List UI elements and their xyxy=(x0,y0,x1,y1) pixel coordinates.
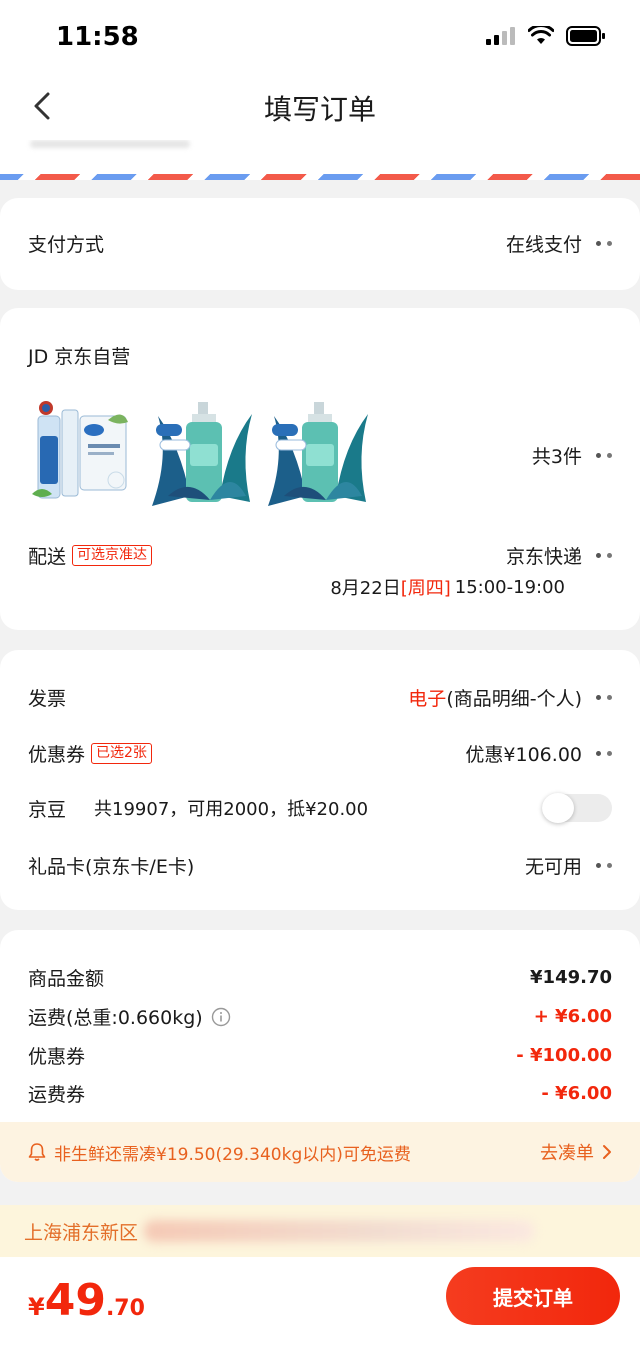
coupon-discount-row: 优惠券 - ¥100.00 xyxy=(28,1042,612,1069)
coupon-tag: 已选2张 xyxy=(91,743,152,764)
beans-desc: 共19907，可用2000，抵¥20.00 xyxy=(94,799,369,820)
invoice-type: 电子 xyxy=(408,688,447,710)
free-shipping-tip: 非生鲜还需凑¥19.50(29.340kg以内)可免运费 去凑单 xyxy=(0,1122,640,1182)
add-items-link[interactable]: 去凑单 xyxy=(540,1139,612,1165)
delivery-date: 8月22日 xyxy=(330,578,401,599)
delivery-time-row: 8月22日 [周四] 15:00-19:00 xyxy=(28,574,565,600)
address-blurred-text xyxy=(30,140,190,148)
page-title: 填写订单 xyxy=(263,93,376,126)
shipping-label: 运费(总重:0.660kg) xyxy=(28,1007,203,1029)
coupon-discount-value: - ¥100.00 xyxy=(516,1045,612,1066)
tip-text: 非生鲜还需凑¥19.50(29.340kg以内)可免运费 xyxy=(54,1144,411,1165)
beans-toggle[interactable] xyxy=(542,793,612,823)
product-image-shampoo-2[interactable] xyxy=(266,396,370,508)
beans-row: 京豆 共19907，可用2000，抵¥20.00 xyxy=(28,793,612,823)
status-icons xyxy=(486,26,606,46)
address-banner[interactable]: 上海浦东新区 xyxy=(0,1205,640,1257)
wifi-icon xyxy=(528,26,554,44)
beans-label: 京豆 xyxy=(28,798,67,821)
shipping-coupon-row: 运费券 - ¥6.00 xyxy=(28,1080,612,1107)
shampoo-bottle-icon xyxy=(266,396,370,508)
battery-icon xyxy=(566,26,605,46)
info-icon[interactable] xyxy=(211,1007,231,1027)
coupon-discount-label: 优惠券 xyxy=(28,1046,86,1068)
more-dots-icon[interactable] xyxy=(596,241,612,246)
more-dots-icon[interactable] xyxy=(596,751,612,756)
payment-card[interactable]: 支付方式 在线支付 xyxy=(0,198,640,290)
bell-icon xyxy=(28,1143,46,1161)
status-bar: 11:58 xyxy=(0,0,640,70)
shipping-row: 运费(总重:0.660kg) + ¥6.00 xyxy=(28,1003,612,1030)
toggle-knob xyxy=(542,793,574,823)
airmail-border xyxy=(0,174,640,180)
coupon-row[interactable]: 优惠券 已选2张 优惠¥106.00 xyxy=(28,740,612,767)
payment-value: 在线支付 xyxy=(505,234,582,256)
price-integer: 49 xyxy=(44,1275,106,1326)
address-blurred-text xyxy=(144,1220,535,1242)
item-count: 共3件 xyxy=(531,446,582,468)
delivery-tag[interactable]: 可选京准达 xyxy=(72,545,153,566)
giftcard-label: 礼品卡(京东卡/E卡) xyxy=(28,856,195,878)
delivery-label: 配送 xyxy=(28,546,67,568)
goods-value: ¥149.70 xyxy=(530,967,612,988)
add-items-label: 去凑单 xyxy=(540,1143,594,1164)
signal-icon xyxy=(486,27,515,45)
shipping-coupon-value: - ¥6.00 xyxy=(541,1083,612,1104)
more-dots-icon[interactable] xyxy=(596,695,612,700)
product-image-shampoo-1[interactable] xyxy=(150,396,254,508)
goods-amount-row: 商品金额 ¥149.70 xyxy=(28,964,612,991)
shipping-value: + ¥6.00 xyxy=(533,1006,612,1027)
shipping-coupon-label: 运费券 xyxy=(28,1084,86,1106)
item-count-row[interactable]: 共3件 xyxy=(420,442,612,469)
store-card: JD 京东自营 共3件 配送 可选京准达 京东快递 8月22日 [周四] 15:… xyxy=(0,308,640,630)
more-dots-icon[interactable] xyxy=(596,453,612,458)
address-card-top[interactable] xyxy=(0,140,640,180)
store-name: JD 京东自营 xyxy=(28,346,131,368)
delivery-value: 京东快递 xyxy=(505,546,582,568)
nav-bar: 填写订单 xyxy=(0,70,640,140)
delivery-time: 15:00-19:00 xyxy=(454,576,565,598)
submit-order-button[interactable]: 提交订单 xyxy=(446,1267,620,1325)
goods-label: 商品金额 xyxy=(28,968,105,990)
checkout-bar: ¥ 49 .70 提交订单 xyxy=(0,1257,640,1357)
coupon-label: 优惠券 xyxy=(28,744,86,766)
giftcard-row[interactable]: 礼品卡(京东卡/E卡) 无可用 xyxy=(28,852,612,879)
delivery-weekday: [周四] xyxy=(400,578,451,599)
product-image-toothpaste[interactable] xyxy=(28,396,132,508)
coupon-value: 优惠¥106.00 xyxy=(465,744,582,766)
more-dots-icon[interactable] xyxy=(596,553,612,558)
address-text: 上海浦东新区 xyxy=(24,1221,139,1244)
chevron-right-icon xyxy=(603,1145,611,1159)
price-decimal: .70 xyxy=(105,1296,145,1321)
shampoo-bottle-icon xyxy=(150,396,254,508)
invoice-detail: (商品明细-个人) xyxy=(446,688,582,710)
invoice-row[interactable]: 发票 电子(商品明细-个人) xyxy=(28,684,612,711)
giftcard-value: 无可用 xyxy=(524,856,582,878)
total-price: ¥ 49 .70 xyxy=(28,1275,145,1326)
status-time: 11:58 xyxy=(56,22,139,52)
invoice-value: 电子(商品明细-个人) xyxy=(408,684,582,711)
toothpaste-icon xyxy=(28,396,132,508)
options-card: 发票 电子(商品明细-个人) 优惠券 已选2张 优惠¥106.00 京豆 共19… xyxy=(0,650,640,910)
payment-label: 支付方式 xyxy=(28,234,105,256)
invoice-label: 发票 xyxy=(28,688,67,710)
price-currency: ¥ xyxy=(28,1293,45,1321)
more-dots-icon[interactable] xyxy=(596,863,612,868)
delivery-row[interactable]: 配送 可选京准达 京东快递 xyxy=(28,542,612,569)
